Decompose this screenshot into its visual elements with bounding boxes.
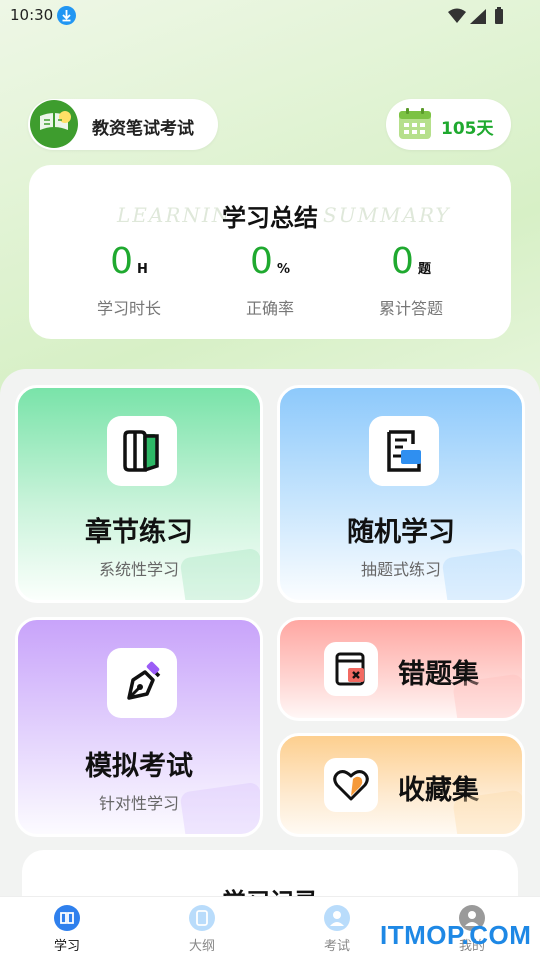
card-title: 章节练习 xyxy=(85,517,193,548)
tab-study[interactable]: 学习 xyxy=(27,905,107,954)
scroll-decoration xyxy=(452,789,522,834)
scroll-decoration xyxy=(179,547,260,600)
tab-label: 考试 xyxy=(323,939,350,954)
status-bar: 10:30 xyxy=(0,0,540,32)
outline-tab-icon xyxy=(189,905,215,931)
learning-summary-card: LEARNIN SUMMARY 学习总结 0H 学习时长 0% 正确率 0题 累… xyxy=(29,165,511,339)
download-icon xyxy=(57,6,76,25)
stat-value: 0 xyxy=(110,241,133,282)
mock-exam-card[interactable]: 模拟考试 针对性学习 xyxy=(15,617,263,837)
stat-label: 正确率 xyxy=(245,299,294,318)
status-icons xyxy=(448,7,503,24)
random-study-card[interactable]: 随机学习 抽题式练习 xyxy=(277,385,525,603)
tab-label: 大纲 xyxy=(188,939,215,954)
favorites-card[interactable]: 收藏集 xyxy=(277,733,525,837)
scroll-decoration xyxy=(179,781,260,834)
chapter-practice-card[interactable]: 章节练习 系统性学习 xyxy=(15,385,263,603)
watermark: ITMOP.COM xyxy=(380,920,532,950)
stat-label: 累计答题 xyxy=(378,299,443,318)
tab-label: 学习 xyxy=(53,939,80,954)
stat-accuracy: 0% 正确率 xyxy=(190,241,350,319)
scroll-decoration xyxy=(452,673,522,718)
random-doc-icon xyxy=(369,416,439,486)
exam-name: 教资笔试考试 xyxy=(92,119,194,139)
pen-nib-icon xyxy=(107,648,177,718)
stat-value: 0 xyxy=(250,241,273,282)
countdown-badge[interactable]: 105天 xyxy=(386,99,511,150)
stat-unit: 题 xyxy=(417,262,431,277)
card-title: 随机学习 xyxy=(347,517,455,548)
stat-total-answered: 0题 累计答题 xyxy=(331,241,491,319)
chapter-book-icon xyxy=(107,416,177,486)
stat-unit: H xyxy=(137,262,148,277)
days-remaining: 105天 xyxy=(441,119,494,139)
status-time: 10:30 xyxy=(10,6,54,24)
stat-unit: % xyxy=(276,262,290,277)
stat-label: 学习时长 xyxy=(96,299,161,318)
summary-title: 学习总结 xyxy=(222,204,318,232)
study-tab-icon xyxy=(54,905,80,931)
exam-logo-icon xyxy=(30,100,78,148)
exam-selector[interactable]: 教资笔试考试 xyxy=(28,99,218,150)
tab-exam[interactable]: 考试 xyxy=(297,905,377,954)
heart-icon xyxy=(324,758,378,812)
scroll-decoration xyxy=(441,547,522,600)
calendar-icon xyxy=(399,108,431,139)
card-title: 模拟考试 xyxy=(85,751,193,782)
wrong-questions-card[interactable]: 错题集 xyxy=(277,617,525,721)
wrong-book-icon xyxy=(324,642,378,696)
stat-study-time: 0H 学习时长 xyxy=(49,241,209,319)
tab-outline[interactable]: 大纲 xyxy=(162,905,242,954)
exam-tab-icon xyxy=(324,905,350,931)
stat-value: 0 xyxy=(391,241,414,282)
